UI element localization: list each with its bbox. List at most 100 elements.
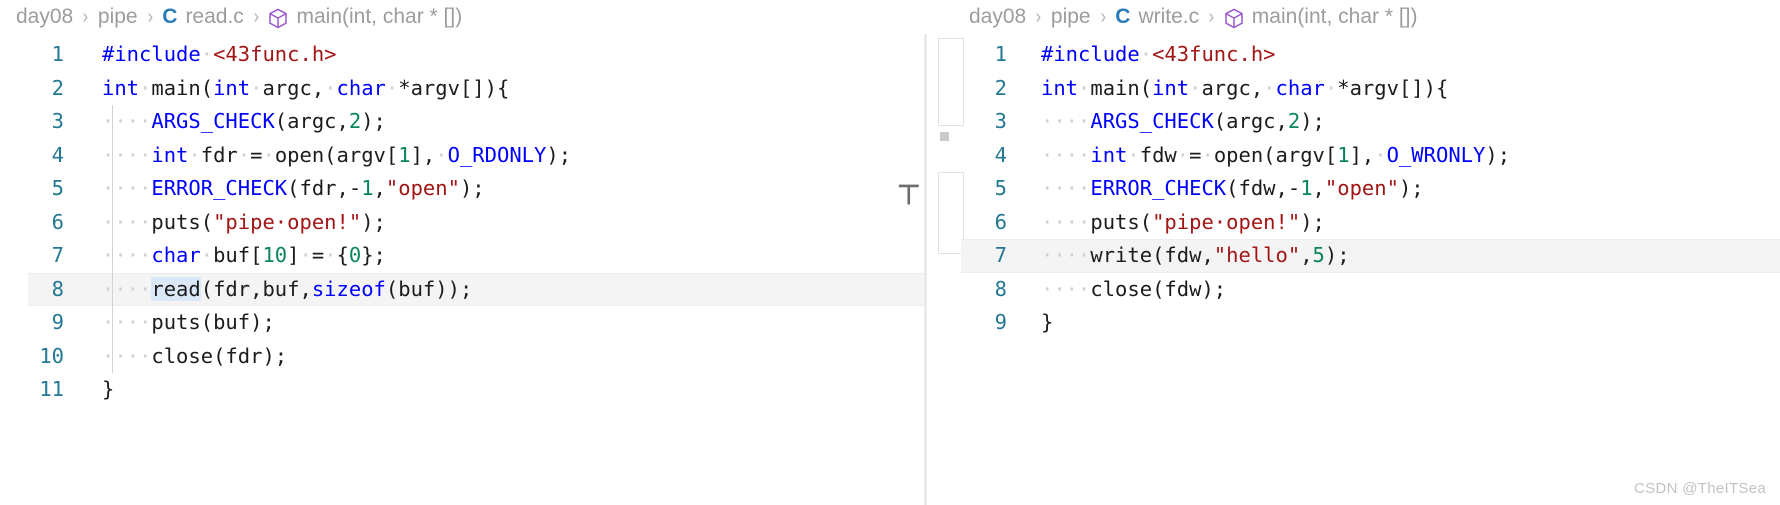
breadcrumb-file-label: read.c <box>185 5 244 28</box>
code-line[interactable]: 6 ····puts("pipe·open!"); <box>0 205 925 240</box>
code-line-text[interactable]: ····ERROR_CHECK(fdr,-1,"open"); <box>102 172 485 206</box>
code-line-text[interactable]: ····ARGS_CHECK(argc,2); <box>1041 105 1325 139</box>
code-line[interactable]: 4 ····int·fdw·=·open(argv[1],·O_WRONLY); <box>925 139 1780 173</box>
code-line-text[interactable]: ····int·fdr·=·open(argv[1],·O_RDONLY); <box>102 139 571 173</box>
code-line[interactable]: 9} <box>925 306 1780 340</box>
line-number: 4 <box>51 142 64 167</box>
code-token: close(fdr); <box>151 343 288 368</box>
breadcrumb-left[interactable]: day08 › pipe › C read.c › main(int, char… <box>0 0 925 34</box>
code-line-text[interactable]: ····puts("pipe·open!"); <box>102 206 386 240</box>
code-line[interactable]: 1 #include·<43func.h> <box>0 38 925 72</box>
code-editor-right[interactable]: 1 #include·<43func.h> 2 int·main(int·argc,·… <box>925 34 1780 340</box>
code-line-text[interactable]: } <box>102 373 114 407</box>
code-line-text[interactable]: ····puts(buf); <box>102 306 275 340</box>
code-line-text[interactable]: ····ERROR_CHECK(fdw,-1,"open"); <box>1041 172 1424 206</box>
code-token: write(fdw, <box>1090 243 1214 267</box>
code-line[interactable]: 7 ····write(fdw,"hello",5); <box>925 239 1780 273</box>
code-line[interactable]: 6 ····puts("pipe·open!"); <box>925 206 1780 240</box>
code-token: buf[ <box>213 243 263 267</box>
editor-pane-read-c: day08 › pipe › C read.c › main(int, char… <box>0 0 925 505</box>
code-line-text[interactable]: #include·<43func.h> <box>1041 38 1276 72</box>
breadcrumb-item-folder-day08[interactable]: day08 <box>969 5 1026 29</box>
code-line-text[interactable]: int·main(int·argc,·char·*argv[]){ <box>102 72 509 106</box>
scrollbar-marker-icon[interactable]: ⊤ <box>897 182 921 209</box>
code-line-text[interactable]: } <box>1041 306 1053 340</box>
code-line-text[interactable]: ····close(fdw); <box>1041 273 1226 307</box>
code-line[interactable]: 3 ····ARGS_CHECK(argc,2); <box>0 105 925 139</box>
code-token: · <box>237 142 251 167</box>
code-token: read <box>151 276 201 301</box>
indent-whitespace: ···· <box>1041 176 1091 200</box>
code-token: *argv[]){ <box>398 75 510 100</box>
code-token: *argv[]){ <box>1337 75 1449 100</box>
breadcrumb-item-file[interactable]: C read.c <box>162 5 244 29</box>
indent-whitespace: ···· <box>102 142 152 167</box>
breadcrumb-item-symbol[interactable]: main(int, char * []) <box>1224 5 1418 29</box>
code-line[interactable]: 5 ····ERROR_CHECK(fdw,-1,"open"); <box>925 172 1780 206</box>
code-line[interactable]: 4 ····int·fdr·=·open(argv[1],·O_RDONLY); <box>0 138 925 173</box>
breadcrumb-item-folder-pipe[interactable]: pipe <box>1051 5 1091 29</box>
code-line[interactable]: 11} <box>0 373 925 407</box>
code-line-text[interactable]: ····char·buf[10]·=·{0}; <box>102 239 386 273</box>
code-line[interactable]: 2 int·main(int·argc,·char·*argv[]){ <box>925 72 1780 106</box>
line-number: 8 <box>994 276 1007 301</box>
code-token: 1 <box>1300 176 1313 200</box>
line-number: 2 <box>51 75 64 100</box>
code-token: · <box>200 243 214 267</box>
code-line-text[interactable]: #include·<43func.h> <box>102 38 337 72</box>
breadcrumb-item-symbol[interactable]: main(int, char * []) <box>268 5 462 29</box>
code-token: ); <box>1300 209 1325 234</box>
breadcrumb-item-folder-day08[interactable]: day08 <box>16 5 73 29</box>
code-token: · <box>1374 142 1387 167</box>
line-number: 8 <box>51 276 64 301</box>
code-line[interactable]: 5 ····ERROR_CHECK(fdr,-1,"open"); <box>0 172 925 206</box>
line-number: 5 <box>51 176 64 200</box>
code-token: ], <box>1349 142 1375 167</box>
code-token: ); <box>546 142 572 167</box>
code-line[interactable]: 1 #include·<43func.h> <box>925 38 1780 72</box>
code-line-text[interactable]: ····read(fdr,buf,sizeof(buf)); <box>102 273 472 307</box>
code-line[interactable]: 3 ····ARGS_CHECK(argc,2); <box>925 105 1780 139</box>
c-file-icon: C <box>162 5 178 28</box>
code-line-text[interactable]: ····puts("pipe·open!"); <box>1041 206 1325 240</box>
code-token: O_WRONLY <box>1386 142 1486 167</box>
code-line-text[interactable]: ····ARGS_CHECK(argc,2); <box>102 105 386 139</box>
code-token: · <box>1201 142 1214 167</box>
code-line[interactable]: 8 ····read(fdr,buf,sizeof(buf)); <box>0 272 925 307</box>
code-token: 10 <box>262 243 288 267</box>
line-number: 6 <box>51 209 64 234</box>
code-token: #include <box>102 42 201 66</box>
breadcrumb-symbol-label: main(int, char * []) <box>1251 5 1418 28</box>
code-token: · <box>1127 142 1140 167</box>
code-token: "open" <box>385 176 460 200</box>
indent-whitespace: ···· <box>1041 243 1091 267</box>
code-line[interactable]: 10 ····close(fdr); <box>0 339 925 374</box>
line-number: 6 <box>994 209 1007 234</box>
code-token: int <box>1152 75 1190 100</box>
code-token: 1 <box>398 142 411 167</box>
line-number: 9 <box>51 310 64 334</box>
indent-whitespace: ···· <box>102 109 152 133</box>
code-line[interactable]: 7 ····char·buf[10]·=·{0}; <box>0 239 925 273</box>
code-line[interactable]: 9 ····puts(buf); <box>0 306 925 340</box>
code-token: ERROR_CHECK <box>151 176 288 200</box>
code-line-text[interactable]: ····int·fdw·=·open(argv[1],·O_WRONLY); <box>1041 139 1510 173</box>
breadcrumb-separator-icon: › <box>1100 5 1106 28</box>
code-editor-left[interactable]: 1 #include·<43func.h> 2 int·main(int·argc,·… <box>0 34 925 407</box>
code-token: ); <box>1485 142 1511 167</box>
code-line[interactable]: 2 int·main(int·argc,·char·*argv[]){ <box>0 72 925 106</box>
code-token: ERROR_CHECK <box>1090 176 1227 200</box>
code-token: main( <box>151 75 214 100</box>
breadcrumb-item-file[interactable]: C write.c <box>1115 5 1199 29</box>
line-number: 3 <box>51 109 64 133</box>
breadcrumb-right[interactable]: day08 › pipe › C write.c › main(int, cha… <box>925 0 1780 34</box>
code-line-text[interactable]: ····close(fdr); <box>102 340 287 374</box>
code-token: · <box>262 142 275 167</box>
code-token: argc, <box>1201 75 1264 100</box>
code-token: ARGS_CHECK <box>151 109 275 133</box>
code-line-text[interactable]: ····write(fdw,"hello",5); <box>1041 239 1350 273</box>
breadcrumb-item-folder-pipe[interactable]: pipe <box>98 5 138 29</box>
code-line[interactable]: 8 ····close(fdw); <box>925 273 1780 307</box>
code-line-text[interactable]: int·main(int·argc,·char·*argv[]){ <box>1041 72 1448 106</box>
code-token: close(fdw); <box>1090 276 1227 301</box>
